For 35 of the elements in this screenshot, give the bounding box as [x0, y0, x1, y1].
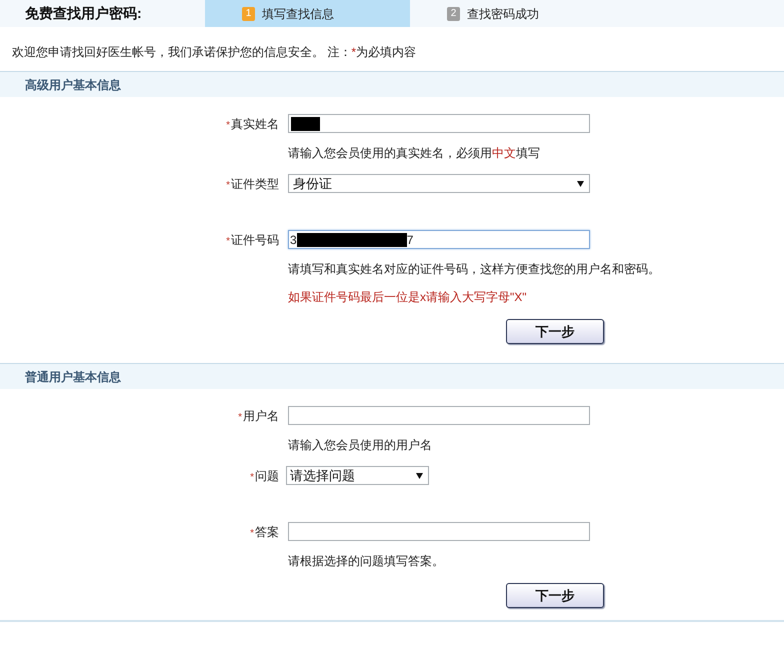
- field-label: 证件号码: [231, 232, 279, 248]
- hint-text: 请填写和真实姓名对应的证件号码，这样方便查找您的用户名和密码。: [288, 261, 660, 277]
- dropdown-arrow-icon: [416, 472, 423, 478]
- text-input-field[interactable]: 3 7: [288, 230, 590, 249]
- step-label: 填写查找信息: [262, 6, 334, 22]
- field-label: 证件类型: [231, 176, 279, 192]
- section-title: 普通用户基本信息: [25, 368, 121, 386]
- hint-text: 请输入您会员使用的用户名: [288, 437, 432, 453]
- step-label: 查找密码成功: [467, 6, 539, 22]
- dropdown-field[interactable]: 请选择问题: [286, 466, 429, 485]
- required-mark: *: [226, 179, 230, 191]
- step-number-badge: 2: [447, 6, 460, 20]
- required-mark: *: [238, 411, 242, 423]
- text-input-field[interactable]: [288, 522, 590, 541]
- step-number-badge: 1: [242, 6, 255, 20]
- next-step-button[interactable]: 下一步: [506, 319, 604, 344]
- hint-text: 请根据选择的问题填写答案。: [288, 553, 444, 569]
- page-title: 免费查找用户密码:: [24, 4, 143, 23]
- next-step-button[interactable]: 下一步: [506, 583, 604, 608]
- text-input-field[interactable]: [288, 406, 590, 425]
- hint-text: 请输入您会员使用的真实姓名，必须用中文填写: [288, 145, 540, 161]
- welcome-message: 欢迎您申请找回好医生帐号，我们承诺保护您的信息安全。 注：*为必填内容: [12, 44, 416, 60]
- required-mark: *: [250, 471, 254, 483]
- field-label: 问题: [255, 468, 279, 484]
- required-mark: *: [226, 235, 230, 247]
- field-label: 答案: [255, 524, 279, 540]
- dropdown-arrow-icon: [577, 180, 584, 186]
- warning-note: 如果证件号码最后一位是x请输入大写字母"X": [288, 289, 527, 305]
- text-input-field[interactable]: [288, 114, 590, 133]
- required-mark: *: [226, 119, 230, 131]
- section-title: 高级用户基本信息: [25, 76, 121, 94]
- field-label: 真实姓名: [231, 116, 279, 132]
- required-mark: *: [250, 527, 254, 539]
- field-label: 用户名: [243, 408, 279, 424]
- dropdown-field[interactable]: 身份证: [288, 174, 590, 193]
